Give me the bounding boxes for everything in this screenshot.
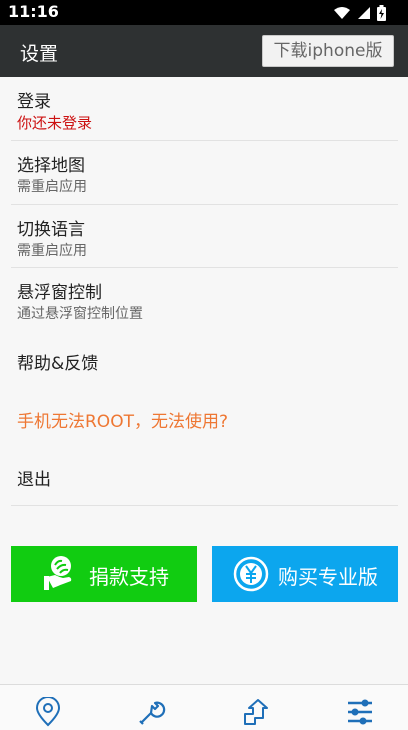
location-pin-icon — [35, 697, 61, 727]
app-bar: 设置 下载iphone版 — [0, 25, 408, 77]
settings-item-language[interactable]: 切换语言 需重启应用 — [0, 205, 408, 267]
settings-item-no-root[interactable]: 手机无法ROOT，无法使用? — [0, 389, 408, 447]
status-bar: 11:16 — [0, 0, 408, 25]
settings-item-logout[interactable]: 退出 — [0, 447, 408, 504]
settings-item-title: 帮助&反馈 — [17, 354, 99, 374]
settings-sliders-icon — [348, 699, 372, 725]
settings-item-title: 登录 — [17, 92, 51, 112]
settings-item-help[interactable]: 帮助&反馈 — [0, 331, 408, 389]
settings-item-login[interactable]: 登录 你还未登录 — [0, 77, 408, 139]
wifi-icon — [334, 7, 350, 19]
status-icons — [333, 4, 386, 22]
settings-item-floating-window[interactable]: 悬浮窗控制 通过悬浮窗控制位置 — [0, 268, 408, 330]
signal-icon — [358, 7, 370, 19]
nav-location-tab[interactable] — [31, 695, 65, 729]
status-time: 11:16 — [8, 2, 59, 21]
settings-item-title: 手机无法ROOT，无法使用? — [17, 412, 228, 432]
page-title: 设置 — [20, 43, 59, 65]
battery-icon — [377, 5, 386, 21]
settings-item-title: 退出 — [17, 470, 51, 490]
donate-hand-icon — [44, 556, 72, 590]
nav-share-tab[interactable] — [239, 695, 273, 729]
nav-tools-tab[interactable] — [135, 695, 169, 729]
settings-item-title: 切换语言 — [17, 220, 85, 240]
download-iphone-button[interactable]: 下载iphone版 — [262, 35, 394, 67]
settings-item-subtitle: 需重启应用 — [17, 243, 87, 259]
settings-item-title: 选择地图 — [17, 156, 85, 176]
wrench-icon — [139, 701, 166, 725]
donate-button[interactable]: 捐款支持 — [11, 546, 197, 602]
buy-pro-button[interactable]: 购买专业版 — [212, 546, 398, 602]
share-arrow-icon — [244, 699, 268, 725]
nav-settings-tab[interactable] — [343, 695, 377, 729]
donate-label: 捐款支持 — [89, 565, 169, 589]
settings-item-subtitle: 通过悬浮窗控制位置 — [17, 306, 143, 322]
settings-item-subtitle: 需重启应用 — [17, 179, 87, 195]
settings-item-map[interactable]: 选择地图 需重启应用 — [0, 141, 408, 203]
divider — [11, 505, 398, 506]
login-status-text: 你还未登录 — [17, 114, 93, 132]
settings-item-title: 悬浮窗控制 — [17, 283, 102, 303]
yen-coin-icon — [233, 556, 269, 592]
buy-pro-label: 购买专业版 — [278, 565, 378, 589]
bottom-nav — [0, 684, 408, 730]
